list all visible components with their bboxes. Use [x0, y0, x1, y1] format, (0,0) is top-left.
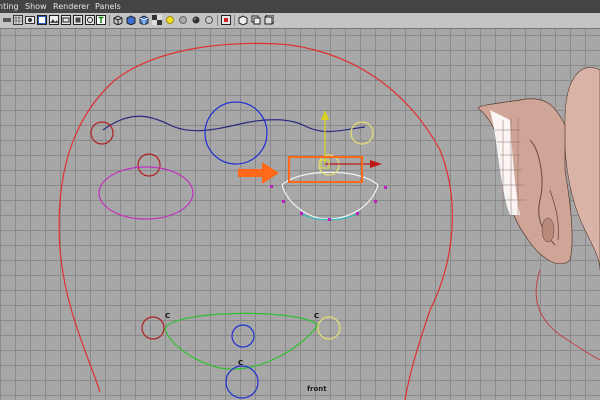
- image-plane-icon[interactable]: [49, 15, 59, 25]
- light-icon[interactable]: [165, 15, 175, 25]
- toolbar-separator: [234, 15, 235, 26]
- wireframe-icon[interactable]: [113, 15, 123, 25]
- resolution-gate-icon[interactable]: [61, 15, 71, 25]
- cv-points[interactable]: [270, 185, 387, 221]
- pointer-arrow-icon: [238, 162, 279, 184]
- shadow-icon[interactable]: [178, 15, 188, 25]
- checker-icon[interactable]: [152, 15, 162, 25]
- textured-icon[interactable]: [139, 15, 149, 25]
- camera-icon[interactable]: [25, 15, 35, 25]
- menu-item-show[interactable]: Show: [25, 0, 47, 13]
- menu-item-renderer[interactable]: Renderer: [53, 0, 90, 13]
- control-label: C: [238, 359, 244, 367]
- text-icon[interactable]: [96, 15, 106, 25]
- smooth-shade-icon[interactable]: [126, 15, 136, 25]
- mouth-corner-control-left[interactable]: [141, 316, 165, 340]
- control-label: C: [165, 312, 171, 320]
- lip-control-center[interactable]: [231, 324, 255, 348]
- camera-label: front: [307, 385, 327, 393]
- brow-control-right[interactable]: [350, 121, 374, 145]
- panel-toolbar: [0, 13, 600, 29]
- viewport-front[interactable]: C C C front: [0, 29, 600, 400]
- slider-icon[interactable]: [2, 15, 12, 25]
- toolbar-separator: [217, 15, 218, 26]
- menu-item-panels[interactable]: Panels: [95, 0, 121, 13]
- move-manipulator[interactable]: [320, 110, 382, 169]
- control-label: C: [314, 312, 320, 320]
- head-outline-curve[interactable]: [58, 42, 453, 400]
- grid-toggle-icon[interactable]: [13, 15, 23, 25]
- cube-icon[interactable]: [264, 15, 274, 25]
- menu-bar: nting Show Renderer Panels: [0, 0, 600, 13]
- viewport-canvas[interactable]: [0, 29, 600, 400]
- sphere-icon[interactable]: [191, 15, 201, 25]
- menu-item-lighting[interactable]: nting: [0, 0, 19, 13]
- brow-control-left[interactable]: [90, 121, 114, 145]
- ambient-occlusion-icon[interactable]: [204, 15, 214, 25]
- field-chart-icon[interactable]: [85, 15, 95, 25]
- film-gate-icon[interactable]: [37, 15, 47, 25]
- mouth-corner-control-right[interactable]: [317, 316, 341, 340]
- isolate-icon[interactable]: [221, 15, 231, 25]
- brow-control-center[interactable]: [204, 101, 268, 165]
- eyelid-upper-curve-right[interactable]: [281, 171, 379, 186]
- eyelid-lower-curve-right[interactable]: [281, 184, 379, 220]
- toolbar-separator: [109, 15, 110, 26]
- eyelid-curve-left[interactable]: [98, 166, 194, 220]
- xray-icon[interactable]: [238, 15, 248, 25]
- jaw-control[interactable]: [225, 365, 259, 399]
- safe-action-icon[interactable]: [73, 15, 83, 25]
- neck-curve[interactable]: [535, 269, 600, 361]
- xray-joints-icon[interactable]: [251, 15, 261, 25]
- ear-mesh[interactable]: [477, 67, 600, 271]
- eye-control-left[interactable]: [137, 153, 161, 177]
